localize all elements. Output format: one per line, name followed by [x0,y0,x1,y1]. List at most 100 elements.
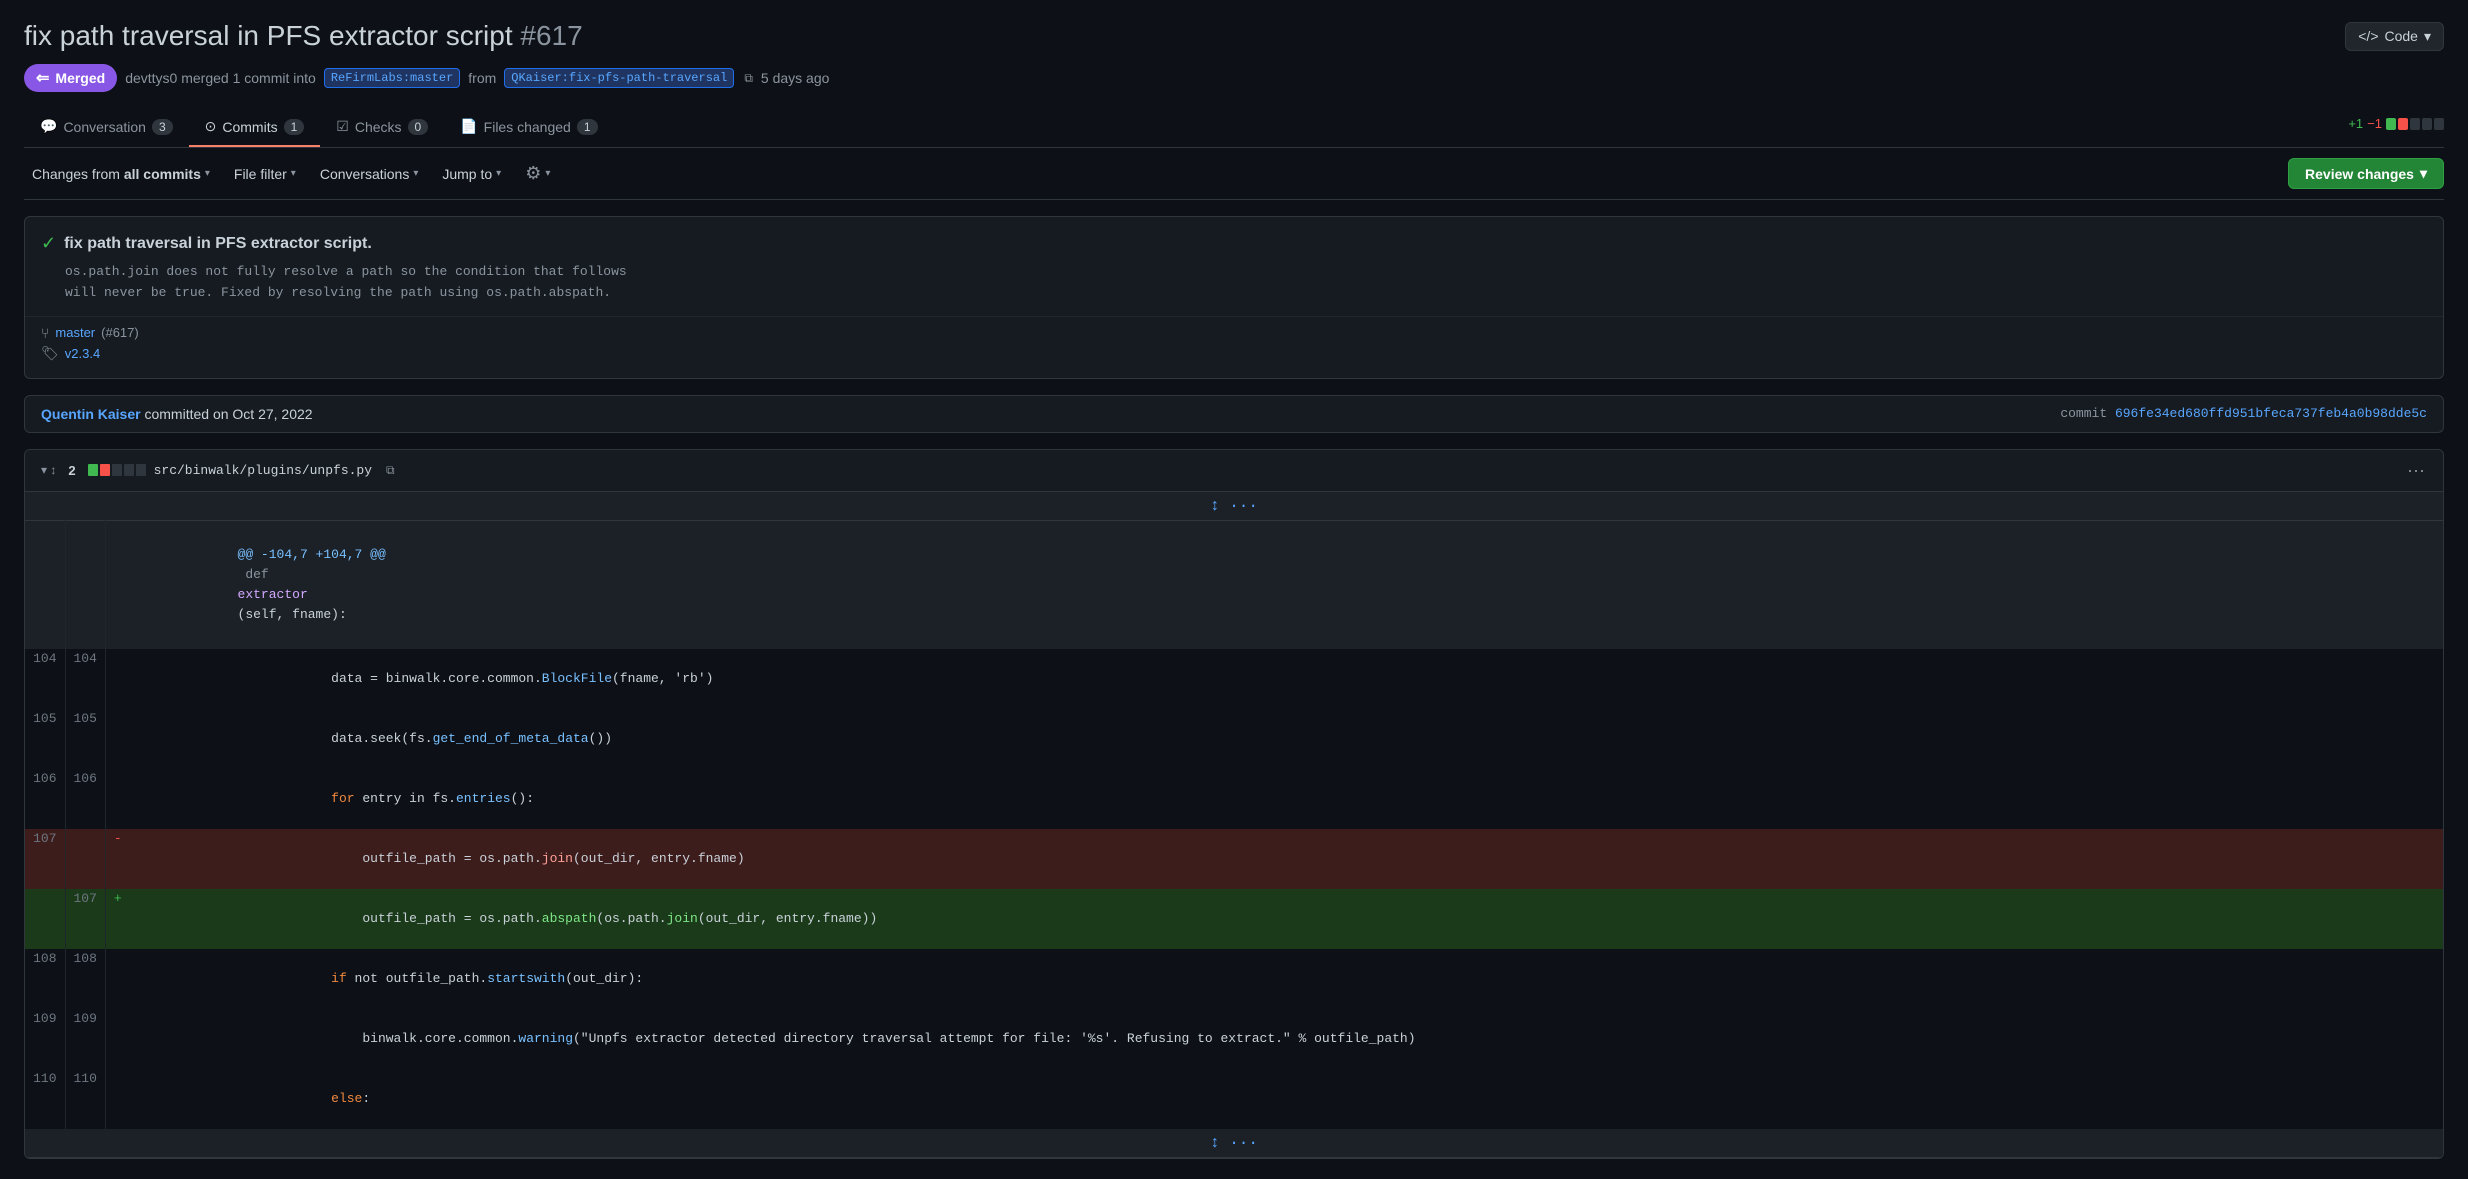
commit-branch-link[interactable]: master [55,325,95,340]
files-icon: 📄 [460,118,477,135]
merged-label: Merged [55,70,105,86]
line-num-new: 106 [65,769,105,829]
pr-meta-time: 5 days ago [761,70,830,86]
line-num-new: 105 [65,709,105,769]
file-path[interactable]: src/binwalk/plugins/unpfs.py [154,463,372,478]
file-filter-button[interactable]: File filter ▾ [226,162,304,186]
diff-line-code-added: outfile_path = os.path.abspath(os.path.j… [136,889,2443,949]
file-stat-num: 2 [68,463,75,478]
expand-bottom-row[interactable]: ↕ ··· [25,1129,2443,1158]
tab-files-changed[interactable]: 📄 Files changed 1 [444,108,613,147]
diff-line-code: data.seek(fs.get_end_of_meta_data()) [136,709,2443,769]
head-branch-tag[interactable]: QKaiser:fix-pfs-path-traversal [504,68,734,88]
commit-author-link[interactable]: Quentin Kaiser [41,406,141,422]
stat-block-gray-3 [136,464,146,476]
pr-title-row: fix path traversal in PFS extractor scri… [24,20,2444,52]
branch-icon: ⑂ [41,325,49,341]
file-header-left: ▾ ↕ 2 src/binwalk/plugins/unpfs.py ⧉ [37,461,401,480]
tab-conversation-label: Conversation [63,119,146,135]
file-filter-label: File filter [234,166,287,182]
expand-top-row[interactable]: ↕ ··· [25,492,2443,521]
conversations-label: Conversations [320,166,410,182]
base-branch-tag[interactable]: ReFirmLabs:master [324,68,460,88]
settings-button[interactable]: ⚙ ▾ [517,159,558,188]
jump-to-chevron: ▾ [496,168,501,179]
diff-line-107-added: 107 + outfile_path = os.path.abspath(os.… [25,889,2443,949]
commit-body: os.path.join does not fully resolve a pa… [25,262,2443,316]
commit-title: fix path traversal in PFS extractor scri… [64,235,372,253]
conversations-button[interactable]: Conversations ▾ [312,162,427,186]
pr-meta-description: devttys0 merged 1 commit into [125,70,316,86]
line-num-old: 105 [25,709,65,769]
expand-bottom-cell[interactable]: ↕ ··· [25,1129,2443,1158]
commit-body-line2: will never be true. Fixed by resolving t… [65,283,2427,304]
expand-top-cell[interactable]: ↕ ··· [25,492,2443,521]
diff-line-108-context: 108 108 if not outfile_path.startswith(o… [25,949,2443,1009]
copy-branch-icon[interactable]: ⧉ [744,71,753,86]
diff-block-2 [2398,118,2408,130]
hunk-line-num-old [25,520,65,649]
file-diff-container: ▾ ↕ 2 src/binwalk/plugins/unpfs.py ⧉ ··· [24,449,2444,1159]
tab-checks[interactable]: ☑ Checks 0 [320,108,444,147]
tab-commits[interactable]: ⊙ Commits 1 [189,108,321,147]
commit-body-line1: os.path.join does not fully resolve a pa… [65,262,2427,283]
diff-line-code: for entry in fs.entries(): [136,769,2443,829]
merge-icon: ⇐ [36,68,49,88]
stat-block-green [88,464,98,476]
line-num-old-removed: 107 [25,829,65,889]
tab-conversation[interactable]: 💬 Conversation 3 [24,108,189,147]
hunk-sign [105,520,136,649]
diff-line-107-removed: 107 - outfile_path = os.path.join(out_di… [25,829,2443,889]
copy-path-button[interactable]: ⧉ [380,461,401,480]
commits-icon: ⊙ [205,118,217,135]
commit-author: Quentin Kaiser committed on Oct 27, 2022 [41,406,313,422]
collapse-button[interactable]: ▾ ↕ [37,461,60,479]
hunk-header-content: @@ -104,7 +104,7 @@ def extractor (self,… [136,520,2443,649]
settings-chevron: ▾ [545,168,550,179]
changes-from-label: Changes from all commits [32,166,201,182]
merged-badge: ⇐ Merged [24,64,117,92]
diff-sign-added: + [105,889,136,949]
commit-title-row: ✓ fix path traversal in PFS extractor sc… [25,217,2443,262]
hunk-line-num-new [65,520,105,649]
commit-ref-tag-row: 🏷 v2.3.4 [41,345,2427,362]
diff-table: ↕ ··· @@ -104,7 +104,7 @@ def extractor … [25,492,2443,1158]
diff-block-5 [2434,118,2444,130]
stat-block-gray-1 [112,464,122,476]
tab-commits-label: Commits [222,119,277,135]
commit-info-bar: Quentin Kaiser committed on Oct 27, 2022… [24,395,2444,433]
file-filter-chevron: ▾ [291,168,296,179]
tab-checks-count: 0 [408,119,429,135]
line-num-new: 109 [65,1009,105,1069]
commit-hash-link[interactable]: 696fe34ed680ffd951bfeca737feb4a0b98dde5c [2115,406,2427,421]
diff-block-4 [2422,118,2432,130]
commit-box: ✓ fix path traversal in PFS extractor sc… [24,216,2444,379]
commit-tag-link[interactable]: v2.3.4 [65,346,100,361]
diff-stats: +1 −1 [2348,116,2444,139]
tab-checks-label: Checks [355,119,402,135]
diff-block-3 [2410,118,2420,130]
stat-block-gray-2 [124,464,134,476]
code-button[interactable]: </> Code ▾ [2345,22,2444,51]
diff-line-code: if not outfile_path.startswith(out_dir): [136,949,2443,1009]
line-num-old-added [25,889,65,949]
jump-to-button[interactable]: Jump to ▾ [434,162,509,186]
changes-from-button[interactable]: Changes from all commits ▾ [24,162,218,186]
code-button-label: Code [2385,28,2418,44]
file-header: ▾ ↕ 2 src/binwalk/plugins/unpfs.py ⧉ ··· [25,450,2443,492]
chevron-down-icon: ▾ [2424,28,2431,45]
review-changes-chevron: ▾ [2420,165,2427,182]
diff-stat-deletions: −1 [2367,116,2382,131]
tag-icon: 🏷 [41,345,59,362]
tab-files-changed-count: 1 [577,119,598,135]
file-options-button[interactable]: ··· [2401,458,2431,483]
commit-pr-ref: (#617) [101,325,139,340]
diff-line-code: binwalk.core.common.warning("Unpfs extra… [136,1009,2443,1069]
diff-line-code: data = binwalk.core.common.BlockFile(fna… [136,649,2443,709]
conversation-icon: 💬 [40,118,57,135]
pr-meta: ⇐ Merged devttys0 merged 1 commit into R… [24,64,2444,92]
diff-line-code-removed: outfile_path = os.path.join(out_dir, ent… [136,829,2443,889]
commit-hash: commit 696fe34ed680ffd951bfeca737feb4a0b… [2060,406,2427,421]
jump-to-label: Jump to [442,166,492,182]
review-changes-button[interactable]: Review changes ▾ [2288,158,2444,189]
